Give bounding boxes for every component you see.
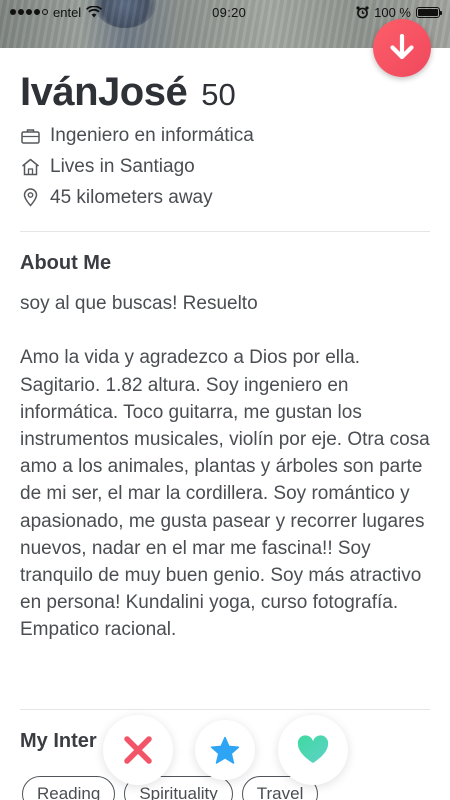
divider — [20, 709, 430, 710]
status-left: entel — [10, 4, 103, 20]
signal-icon — [10, 9, 48, 15]
close-icon — [124, 736, 152, 764]
heart-icon — [297, 735, 329, 763]
star-icon — [210, 736, 240, 764]
status-bar: entel 09:20 100 % — [0, 0, 450, 24]
alarm-icon — [356, 5, 369, 18]
nope-button[interactable] — [103, 715, 173, 785]
about-text: soy al que buscas! Resuelto Amo la vida … — [20, 293, 430, 641]
fact-residence-text: Lives in Santiago — [50, 155, 195, 177]
interests-title: My Inter — [20, 730, 97, 752]
profile-facts: Ingeniero en informática Lives in Santia… — [20, 120, 430, 213]
like-button[interactable] — [278, 715, 348, 785]
profile-name: IvánJosé — [20, 70, 188, 114]
interest-chips: Reading Spirituality Travel — [22, 776, 319, 800]
fact-residence: Lives in Santiago — [20, 151, 430, 182]
super-like-button[interactable] — [195, 720, 255, 780]
battery-percent: 100 % — [374, 4, 411, 20]
fact-distance: 45 kilometers away — [20, 182, 430, 213]
location-pin-icon — [20, 188, 40, 208]
profile-age: 50 — [201, 77, 236, 112]
about-title: About Me — [20, 252, 112, 274]
briefcase-icon — [20, 126, 40, 146]
clock: 09:20 — [212, 4, 247, 20]
wifi-icon — [86, 6, 103, 18]
interest-chip: Reading — [22, 776, 116, 800]
arrow-down-icon — [390, 34, 414, 60]
battery-level — [418, 8, 438, 16]
status-right: 100 % — [356, 4, 442, 20]
divider — [20, 231, 430, 232]
carrier-label: entel — [53, 4, 82, 20]
profile-header: IvánJosé 50 — [20, 70, 236, 115]
fact-distance-text: 45 kilometers away — [50, 186, 213, 208]
fact-job: Ingeniero en informática — [20, 120, 430, 151]
battery-icon — [416, 6, 442, 18]
collapse-profile-button[interactable] — [373, 19, 431, 77]
home-icon — [20, 157, 40, 177]
fact-job-text: Ingeniero en informática — [50, 124, 254, 146]
